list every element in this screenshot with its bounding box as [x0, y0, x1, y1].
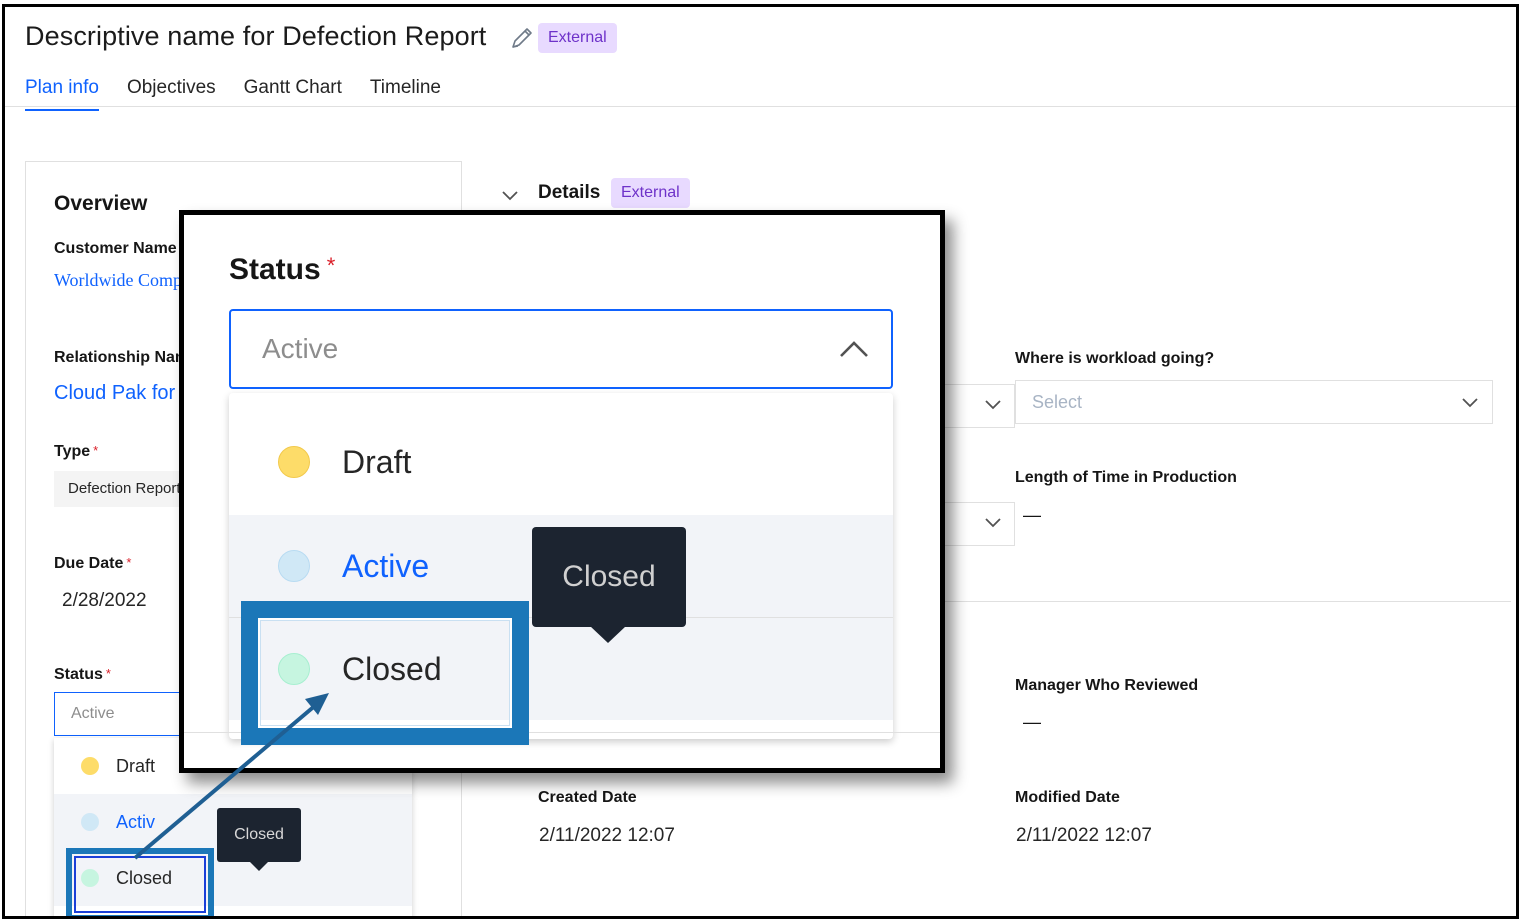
overview-title: Overview — [54, 192, 148, 215]
modified-date-value: 2/11/2022 12:07 — [1016, 825, 1152, 846]
manager-reviewed-label: Manager Who Reviewed — [1015, 677, 1199, 694]
closed-highlight-box-large — [241, 601, 529, 745]
customer-name-label: Customer Name — [54, 240, 177, 257]
created-date-value: 2/11/2022 12:07 — [539, 825, 675, 846]
draft-status-dot-icon — [278, 446, 310, 478]
zoomed-status-callout: Status * Active Draft Active Closed Close… — [179, 210, 945, 773]
required-asterisk: * — [93, 443, 99, 458]
due-date-value[interactable]: 2/28/2022 — [62, 590, 147, 612]
active-status-dot-icon — [81, 813, 99, 831]
zoom-status-label: Status * — [229, 253, 336, 286]
required-asterisk: * — [105, 666, 111, 681]
pencil-edit-icon[interactable] — [509, 25, 535, 51]
modified-date-label: Modified Date — [1015, 789, 1120, 806]
type-label: Type * — [54, 443, 99, 460]
tab-plan-info[interactable]: Plan info — [25, 77, 99, 111]
details-section-title: Details — [538, 182, 601, 203]
closed-tooltip-large: Closed — [532, 527, 686, 643]
zoom-status-value: Active — [262, 333, 339, 364]
closed-highlight-box-small — [66, 848, 214, 916]
relationship-name-label: Relationship Nam — [54, 349, 190, 366]
tab-timeline[interactable]: Timeline — [370, 77, 441, 107]
length-in-production-value: — — [1023, 505, 1041, 525]
external-badge: External — [611, 178, 690, 208]
chevron-down-icon[interactable] — [501, 189, 519, 201]
workload-select[interactable]: Select — [1015, 380, 1493, 424]
chevron-down-icon — [985, 400, 1001, 410]
status-label: Status * — [54, 666, 111, 683]
relationship-name-link[interactable]: Cloud Pak for I — [54, 382, 186, 405]
tab-bar: Plan info Objectives Gantt Chart Timelin… — [25, 77, 469, 111]
chevron-up-icon[interactable] — [839, 340, 869, 358]
section-divider — [945, 601, 1511, 602]
required-asterisk: * — [326, 253, 336, 278]
zoom-status-dropdown[interactable]: Active — [229, 309, 893, 389]
tabs-divider — [5, 106, 1516, 107]
chevron-down-icon — [1462, 398, 1478, 408]
tab-objectives[interactable]: Objectives — [127, 77, 216, 107]
closed-tooltip-small: Closed — [217, 808, 301, 871]
tab-gantt-chart[interactable]: Gantt Chart — [244, 77, 342, 107]
customer-name-link[interactable]: Worldwide Comp — [54, 270, 182, 291]
page-title: Descriptive name for Defection Report — [25, 21, 487, 51]
active-status-dot-icon — [278, 550, 310, 582]
draft-status-dot-icon — [81, 757, 99, 775]
external-badge: External — [538, 23, 617, 53]
partial-select-box[interactable] — [945, 384, 1015, 428]
screenshot-frame: Descriptive name for Defection Report Ex… — [2, 4, 1519, 919]
chevron-down-icon — [985, 518, 1001, 528]
zoom-status-option-draft[interactable]: Draft — [229, 411, 893, 513]
created-date-label: Created Date — [538, 789, 637, 806]
workload-label: Where is workload going? — [1015, 350, 1215, 367]
required-asterisk: * — [126, 555, 132, 570]
partial-select-box[interactable] — [945, 502, 1015, 546]
due-date-label: Due Date * — [54, 555, 132, 572]
manager-reviewed-value: — — [1023, 712, 1041, 732]
length-in-production-label: Length of Time in Production — [1015, 469, 1237, 486]
